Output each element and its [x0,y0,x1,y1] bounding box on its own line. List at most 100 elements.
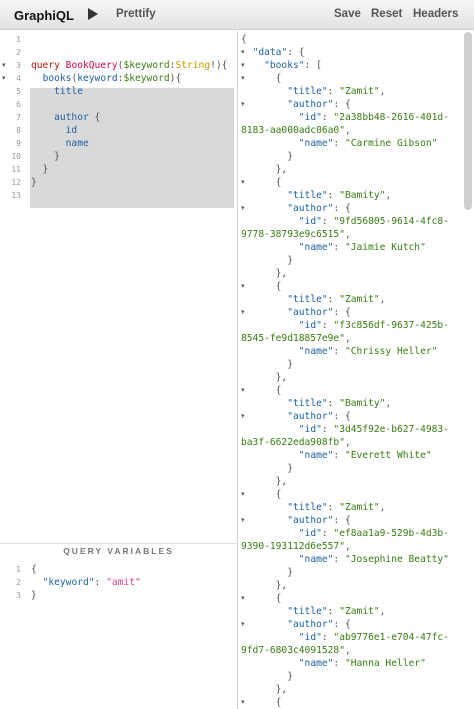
code-line: } [31,163,49,176]
result-line: "name": "Chrissy Heller" [241,345,438,358]
save-button[interactable]: Save [334,8,361,20]
query-editor[interactable]: 1 2 3 ▾ 4 ▾ 5 6 7 8 9 10 11 12 13 query BookQuery($key… [0,31,237,543]
code-line: name [31,137,89,150]
code-token: BookQuery [65,60,118,71]
code-token: , [379,502,386,513]
code-token: "amit" [106,577,141,588]
code-token: { [241,177,282,188]
code-token: "9fd56805-9614-4fc8- [333,216,449,227]
code-token: { [31,564,37,575]
result-line: } [241,254,293,267]
code-token: : [321,320,334,331]
code-token: { [241,385,282,396]
code-token: "Hanna Heller" [344,658,426,669]
result-line: } [241,566,293,579]
result-line: { [241,488,282,501]
code-token: , [344,229,351,240]
result-line: }, [241,475,288,488]
code-line: id [31,124,78,137]
variables-title[interactable]: QUERY VARIABLES [0,546,237,556]
code-token: : { [287,47,305,58]
code-token: "ab9776e1-e704-47fc- [333,632,449,643]
code-token: : [321,424,334,435]
code-token: "title" [287,294,328,305]
result-viewer[interactable]: {▾ "data": {▾ "books": [▾ { "title": "Za… [238,31,474,709]
code-token: "2a38bb48-2616-401d- [333,112,449,123]
code-token: , [379,86,386,97]
code-token: } [241,359,293,370]
code-line: query BookQuery($keyword:String!){ [31,59,227,72]
code-token: } [241,567,293,578]
code-token: { [241,73,282,84]
code-token: : { [333,411,351,422]
line-number: 13 [11,191,21,200]
code-token: books [42,73,72,84]
code-token: query [31,60,60,71]
line-number: 12 [11,178,21,187]
code-token: : [333,242,345,253]
code-token: : [327,606,340,617]
code-token: 9fd7-6803c4091528" [241,645,345,656]
code-token: $keyword [123,60,170,71]
code-token: ){ [169,73,182,84]
code-token: "author" [287,515,334,526]
code-token: 8183-aa000adc06a0" [241,125,345,136]
fold-toggle-icon[interactable]: ▾ [2,59,6,72]
code-token: "ef8aa1a9-529b-4d3b- [333,528,449,539]
code-token: } [31,590,37,601]
result-line: ba3f-6622eda908fb", [241,436,351,449]
code-token: "Bamity" [339,398,386,409]
code-token: 9778-38793e9c6515" [241,229,345,240]
line-number-gutter: 1 2 3 ▾ 4 ▾ 5 6 7 8 9 10 11 12 13 [0,31,26,543]
variables-panel[interactable]: QUERY VARIABLES 1 2 3 { "keyword": "amit"} [0,543,237,709]
execute-query-button[interactable] [86,7,100,21]
result-line: "data": { [241,46,305,59]
code-token: id [65,125,78,136]
code-token: , [379,606,386,617]
code-token: "Carmine Gibson" [344,138,438,149]
result-line: }, [241,267,288,280]
result-line: "name": "Josephine Beatty" [241,553,449,566]
fold-toggle-icon[interactable]: ▾ [2,72,6,85]
code-token: "title" [287,86,328,97]
reset-button[interactable]: Reset [371,8,402,20]
line-number: 2 [16,578,21,587]
code-token: }, [241,268,288,279]
code-token: "Chrissy Heller" [344,346,438,357]
result-line: } [241,462,293,475]
result-line: "title": "Zamit", [241,605,385,618]
prettify-button[interactable]: Prettify [116,8,156,20]
headers-button[interactable]: Headers [413,8,458,20]
line-number: 8 [16,126,21,135]
line-number: 1 [16,565,21,574]
code-token: "name" [298,554,334,565]
code-token: "title" [287,502,328,513]
code-line: } [31,150,60,163]
result-line: { [241,384,282,397]
toolbar: GraphiQL Prettify Save Reset Headers [0,0,474,30]
result-line: "name": "Everett White" [241,449,432,462]
code-token: } [241,463,293,474]
result-line: "author": { [241,98,351,111]
app-title: GraphiQL [14,8,74,23]
code-line: { [31,563,37,576]
result-scrollbar[interactable] [464,32,472,210]
code-token: } [241,255,293,266]
code-line: } [31,176,37,189]
code-token: 9390-193112d6e557" [241,541,345,552]
line-number: 6 [16,100,21,109]
code-token: "f3c856df-9637-425b- [333,320,449,331]
